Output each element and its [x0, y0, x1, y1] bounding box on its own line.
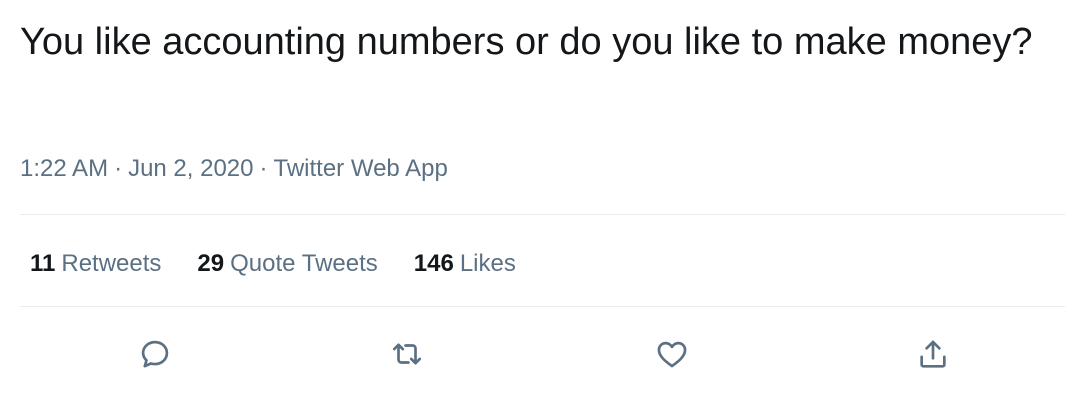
reply-button[interactable]	[133, 332, 177, 376]
tweet-actions	[20, 332, 1065, 376]
tweet-stats: 11 Retweets 29 Quote Tweets 146 Likes	[30, 248, 516, 280]
meta-separator: ·	[114, 155, 123, 182]
quote-tweets-count: 29	[197, 250, 225, 277]
tweet-time[interactable]: 1:22 AM	[20, 155, 108, 182]
tweet-source[interactable]: Twitter Web App	[274, 155, 448, 182]
quote-tweets-label: Quote Tweets	[230, 250, 378, 277]
retweet-button[interactable]	[385, 332, 429, 376]
tweet-date[interactable]: Jun 2, 2020	[128, 155, 253, 182]
retweets-count: 11	[30, 250, 56, 277]
divider	[20, 306, 1065, 307]
divider	[20, 214, 1065, 215]
likes-stat[interactable]: 146 Likes	[414, 248, 516, 280]
retweets-label: Retweets	[61, 250, 162, 277]
share-button[interactable]	[911, 332, 955, 376]
likes-count: 146	[413, 250, 454, 277]
like-button[interactable]	[650, 332, 694, 376]
tweet-detail: You like accounting numbers or do you li…	[20, 0, 1065, 404]
tweet-metadata: 1:22 AM · Jun 2, 2020 · Twitter Web App	[20, 153, 448, 185]
like-heart-icon	[657, 341, 687, 368]
retweet-icon	[392, 343, 422, 365]
retweets-stat[interactable]: 11 Retweets	[30, 248, 161, 280]
reply-icon	[141, 340, 169, 368]
tweet-text: You like accounting numbers or do you li…	[20, 21, 1033, 63]
likes-label: Likes	[459, 250, 516, 277]
share-icon	[920, 340, 946, 368]
meta-separator: ·	[259, 155, 268, 182]
quote-tweets-stat[interactable]: 29 Quote Tweets	[197, 248, 377, 280]
